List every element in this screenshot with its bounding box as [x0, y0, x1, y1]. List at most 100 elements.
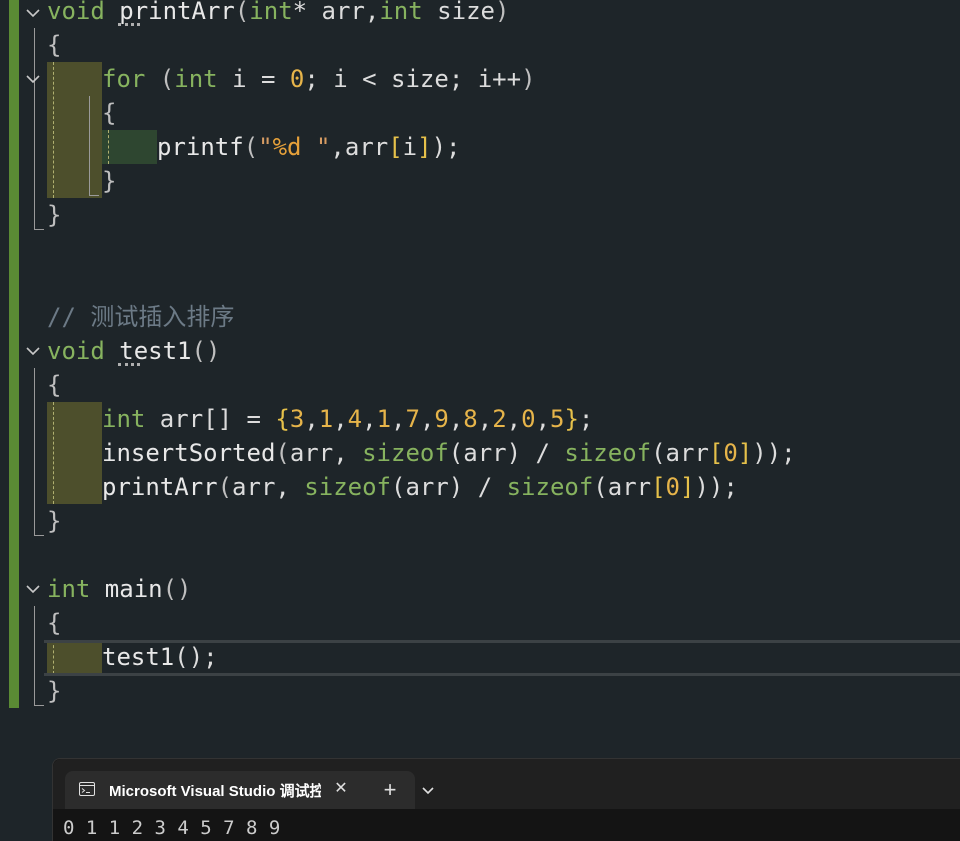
punctuation: ));	[694, 473, 738, 501]
code-line[interactable]: {	[102, 96, 116, 130]
punctuation: (	[234, 0, 250, 25]
punctuation: ();	[174, 643, 218, 671]
identifier: ,arr	[330, 133, 389, 161]
string-literal: "	[301, 133, 331, 161]
brace: }	[564, 405, 579, 433]
expression: (arr) /	[391, 473, 507, 501]
punctuation: ()	[191, 337, 221, 365]
keyword: sizeof	[304, 473, 391, 501]
bracket: [	[388, 133, 403, 161]
fold-chevron-icon[interactable]	[24, 70, 42, 88]
scope-guide	[34, 229, 44, 230]
close-icon[interactable]: ✕	[331, 779, 351, 799]
code-line[interactable]: int arr[] = {3,1,4,1,7,9,8,2,0,5};	[102, 402, 593, 436]
terminal-tab-title: Microsoft Visual Studio 调试控制台	[109, 783, 321, 800]
scope-guide	[34, 606, 35, 706]
brace: }	[47, 507, 62, 535]
code-line[interactable]: {	[47, 28, 61, 62]
number-literal: 1	[376, 405, 392, 433]
indent-guide	[53, 62, 54, 198]
type-keyword: int	[174, 65, 218, 93]
punctuation: )	[494, 0, 510, 25]
code-line[interactable]: }	[47, 504, 61, 538]
brace: {	[47, 31, 62, 59]
string-literal: "	[258, 133, 273, 161]
identifier: arr[] =	[145, 405, 276, 433]
bracket: ]	[680, 473, 695, 501]
brace: }	[47, 201, 62, 229]
brace: }	[47, 677, 62, 705]
identifier: i	[402, 133, 418, 161]
bracket: [	[708, 439, 724, 467]
type-keyword: int	[249, 0, 293, 25]
number-literal: 3	[289, 405, 305, 433]
keyword: sizeof	[362, 439, 449, 467]
expression: (arr	[593, 473, 652, 501]
number-literal: 0	[289, 65, 305, 93]
function-name: printf	[157, 133, 244, 161]
punctuation: ()	[162, 575, 192, 603]
punctuation: (	[243, 133, 259, 161]
code-comment[interactable]: // 测试插入排序	[47, 300, 234, 334]
number-literal: 1	[318, 405, 334, 433]
brace: {	[102, 99, 117, 127]
keyword: for	[102, 65, 146, 93]
console-icon	[79, 782, 95, 796]
brace: {	[47, 371, 62, 399]
bracket: ]	[417, 133, 432, 161]
scope-guide	[89, 195, 99, 196]
chevron-down-icon[interactable]	[417, 779, 439, 801]
code-line[interactable]: {	[47, 606, 61, 640]
debug-console-window[interactable]: Microsoft Visual Studio 调试控制台 ✕ + 0 1 1 …	[52, 758, 960, 841]
keyword: void	[47, 337, 105, 365]
identifier: arr,	[289, 439, 363, 467]
code-line[interactable]: }	[47, 198, 61, 232]
number-literal: 0	[723, 439, 738, 467]
indent-highlight	[102, 130, 157, 164]
function-name: main	[90, 575, 163, 603]
type-keyword: int	[379, 0, 423, 25]
code-line[interactable]: }	[47, 674, 61, 708]
fold-chevron-icon[interactable]	[24, 580, 42, 598]
fold-chevron-icon[interactable]	[24, 342, 42, 360]
expression: (arr	[651, 439, 709, 467]
format-specifier: %d	[272, 133, 302, 161]
punctuation: );	[431, 133, 461, 161]
identifier: i =	[217, 65, 290, 93]
bracket: [	[651, 473, 666, 501]
code-line[interactable]: insertSorted(arr, sizeof(arr) / sizeof(a…	[102, 436, 796, 470]
identifier: arr,	[307, 0, 380, 25]
code-line[interactable]: }	[102, 164, 116, 198]
punctuation: (	[275, 439, 290, 467]
type-keyword: int	[102, 405, 146, 433]
code-line[interactable]: int main()	[47, 572, 192, 606]
brace: }	[102, 167, 117, 195]
inline-hint-dots	[118, 359, 140, 366]
code-line[interactable]: for (int i = 0; i < size; i++)	[102, 62, 536, 96]
indent-guide	[108, 130, 109, 164]
number-literal: 2	[492, 405, 507, 433]
identifier: arr,	[232, 473, 305, 501]
fold-chevron-icon[interactable]	[24, 4, 42, 22]
punctuation: (	[145, 65, 175, 93]
terminal-tab[interactable]: Microsoft Visual Studio 调试控制台 ✕	[65, 771, 415, 809]
code-line[interactable]: printf("%d ",arr[i]);	[157, 130, 460, 164]
scope-guide	[34, 28, 35, 230]
brace: {	[47, 609, 62, 637]
scope-guide	[34, 535, 44, 536]
code-line[interactable]: printArr(arr, sizeof(arr) / sizeof(arr[0…	[102, 470, 738, 504]
code-editor[interactable]: void printArr(int* arr,int size) { for (…	[0, 0, 960, 755]
code-line[interactable]: test1();	[102, 640, 218, 674]
punctuation: )	[521, 65, 536, 93]
expression: ; i < size; i++	[304, 65, 522, 93]
code-line[interactable]: void printArr(int* arr,int size)	[47, 0, 509, 28]
number-literal: 0	[521, 405, 536, 433]
code-line[interactable]: {	[47, 368, 61, 402]
punctuation: (	[217, 473, 233, 501]
punctuation: ));	[752, 439, 796, 467]
keyword: void	[47, 0, 105, 25]
add-tab-button[interactable]: +	[379, 779, 401, 801]
change-indicator-bar	[9, 0, 19, 708]
inline-hint-dots	[118, 19, 140, 26]
bracket: ]	[737, 439, 753, 467]
